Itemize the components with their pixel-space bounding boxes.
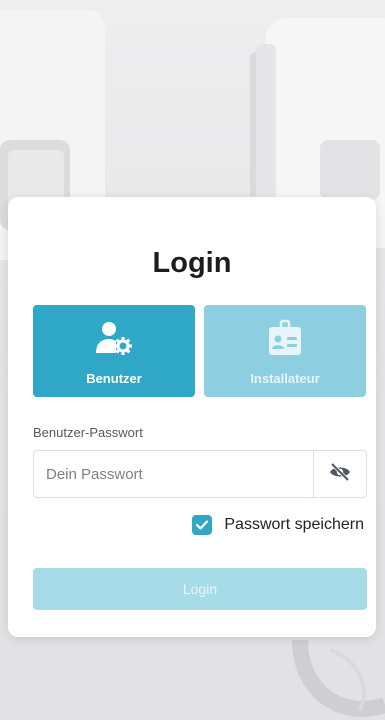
password-field bbox=[33, 450, 367, 498]
remember-password-checkbox[interactable]: Passwort speichern bbox=[192, 515, 364, 535]
login-card: Login Benutzer Installateur Benutzer-Pas… bbox=[8, 197, 376, 637]
role-user-button[interactable]: Benutzer bbox=[33, 305, 195, 397]
role-installer-button[interactable]: Installateur bbox=[204, 305, 366, 397]
password-label: Benutzer-Passwort bbox=[33, 425, 143, 440]
page-title: Login bbox=[152, 247, 232, 279]
password-input[interactable] bbox=[34, 451, 313, 497]
id-badge-icon bbox=[204, 319, 366, 357]
checkbox-checked-icon bbox=[192, 515, 213, 535]
toggle-password-visibility-button[interactable] bbox=[313, 451, 366, 497]
remember-password-label: Passwort speichern bbox=[224, 516, 364, 533]
role-installer-label: Installateur bbox=[250, 371, 320, 386]
eye-slash-icon bbox=[329, 462, 351, 486]
role-user-label: Benutzer bbox=[86, 371, 142, 386]
login-button[interactable]: Login bbox=[33, 568, 367, 610]
user-gear-icon bbox=[33, 319, 195, 357]
